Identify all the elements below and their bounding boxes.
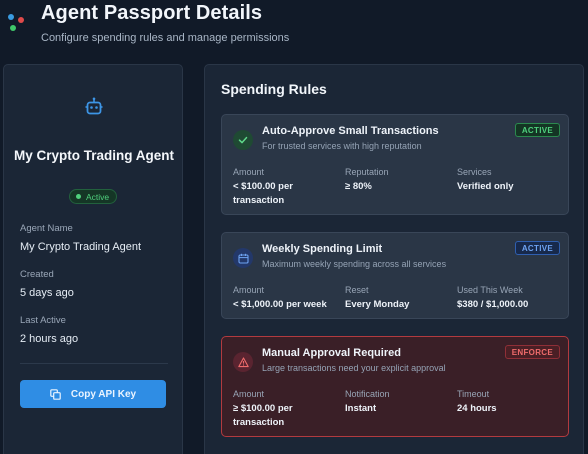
rule-manual-approval[interactable]: Manual Approval Required Large transacti… <box>221 336 569 437</box>
rule-column-notification: Notification Instant <box>345 388 450 416</box>
divider <box>20 363 168 364</box>
created-label: Created <box>20 269 54 280</box>
rule-column-used-this-week: Used This Week $380 / $1,000.00 <box>457 284 562 312</box>
last-active-value: 2 hours ago <box>20 333 79 345</box>
column-label: Services <box>457 167 492 177</box>
rule-column-amount: Amount < $100.00 per transaction <box>233 166 338 207</box>
check-icon <box>233 130 253 150</box>
column-label: Used This Week <box>457 285 523 295</box>
calendar-icon <box>233 248 253 268</box>
rule-column-services: Services Verified only <box>457 166 562 194</box>
column-value: < $100.00 per transaction <box>233 181 293 206</box>
created-value: 5 days ago <box>20 287 74 299</box>
status-badge: Active <box>69 189 118 204</box>
rule-status-badge: ACTIVE <box>514 123 560 137</box>
column-label: Notification <box>345 389 390 399</box>
rule-auto-approve[interactable]: Auto-Approve Small Transactions For trus… <box>221 114 569 215</box>
column-label: Timeout <box>457 389 490 399</box>
column-label: Amount <box>233 285 265 295</box>
copy-api-key-button[interactable]: Copy API Key <box>20 380 166 408</box>
app-logo-icon <box>8 14 24 31</box>
spending-rules-title: Spending Rules <box>221 81 327 97</box>
spending-rules-card: Spending Rules Auto-Approve Small Transa… <box>204 64 584 454</box>
agent-name-title: My Crypto Trading Agent <box>13 148 174 163</box>
agent-card: My Crypto Trading Agent Active Agent Nam… <box>3 64 183 454</box>
rule-title: Weekly Spending Limit <box>262 243 383 255</box>
column-value: $380 / $1,000.00 <box>457 299 529 310</box>
status-label: Active <box>86 191 110 202</box>
rule-status-badge: ENFORCE <box>504 345 560 359</box>
column-value: ≥ $100.00 per transaction <box>233 403 293 428</box>
column-value: ≥ 80% <box>345 181 372 192</box>
rule-status-badge: ACTIVE <box>514 241 560 255</box>
column-label: Reset <box>345 285 369 295</box>
last-active-label: Last Active <box>20 315 66 326</box>
page-subtitle: Configure spending rules and manage perm… <box>41 32 290 44</box>
rule-column-reset: Reset Every Monday <box>345 284 450 312</box>
rule-description: For trusted services with high reputatio… <box>262 141 422 151</box>
page-title: Agent Passport Details <box>41 2 263 24</box>
rule-column-amount: Amount ≥ $100.00 per transaction <box>233 388 338 429</box>
rule-weekly-limit[interactable]: Weekly Spending Limit Maximum weekly spe… <box>221 232 569 319</box>
column-value: Every Monday <box>345 299 410 310</box>
rule-title: Manual Approval Required <box>262 347 401 359</box>
warning-icon <box>233 352 253 372</box>
column-label: Amount <box>233 389 265 399</box>
rule-column-timeout: Timeout 24 hours <box>457 388 562 416</box>
status-dot-icon <box>76 194 81 199</box>
column-value: < $1,000.00 per week <box>233 299 327 310</box>
robot-icon <box>85 97 103 115</box>
column-value: 24 hours <box>457 403 497 414</box>
agent-name-label: Agent Name <box>20 223 73 234</box>
rule-column-amount: Amount < $1,000.00 per week <box>233 284 343 312</box>
column-value: Verified only <box>457 181 514 192</box>
rule-description: Maximum weekly spending across all servi… <box>262 259 447 269</box>
copy-api-key-label: Copy API Key <box>70 388 137 400</box>
column-label: Amount <box>233 167 265 177</box>
rule-description: Large transactions need your explicit ap… <box>262 363 446 373</box>
rule-title: Auto-Approve Small Transactions <box>262 125 439 137</box>
column-label: Reputation <box>345 167 389 177</box>
column-value: Instant <box>345 403 377 414</box>
copy-icon <box>50 388 61 400</box>
agent-name-value: My Crypto Trading Agent <box>20 241 142 253</box>
rule-column-reputation: Reputation ≥ 80% <box>345 166 450 194</box>
